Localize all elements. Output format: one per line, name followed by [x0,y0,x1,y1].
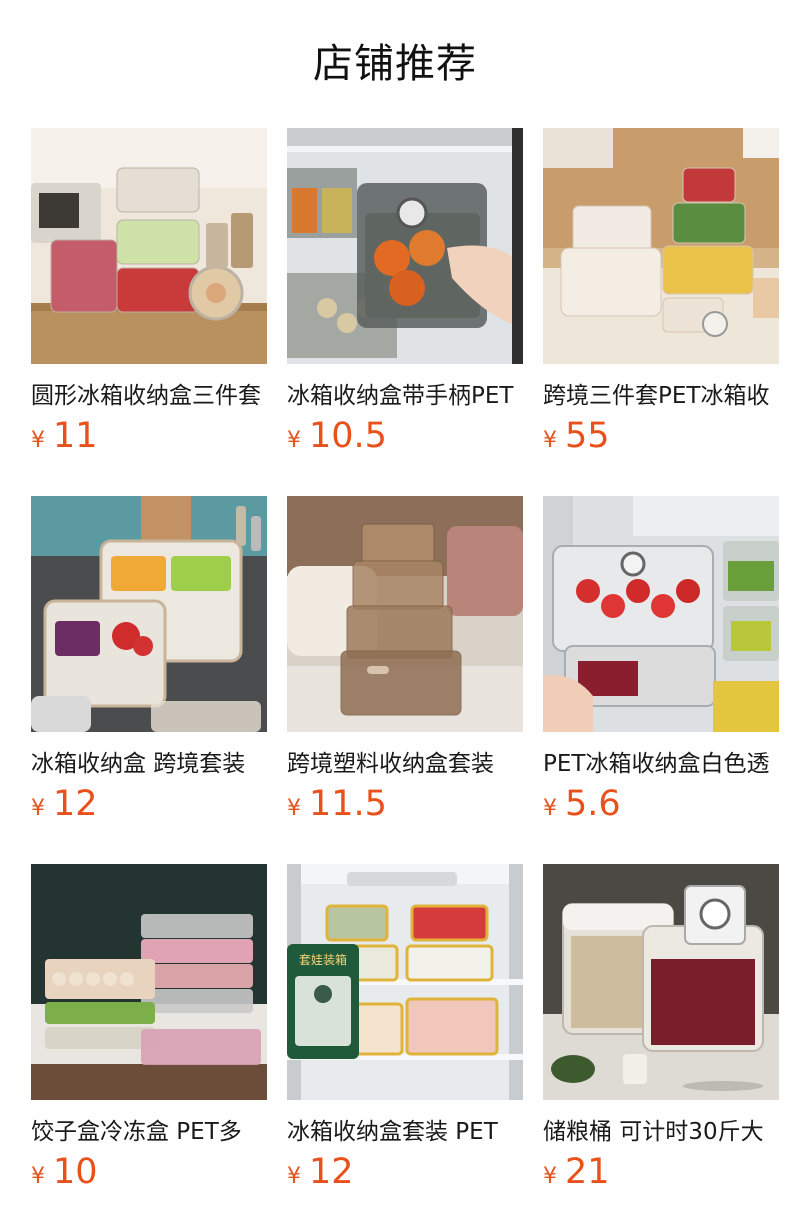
product-image[interactable] [287,496,523,732]
product-image[interactable]: 套娃装箱 [287,864,523,1100]
page-title: 店铺推荐 [313,41,477,87]
product-title[interactable]: 跨境三件套PET冰箱收 [543,380,779,412]
product-card[interactable]: 圆形冰箱收纳盒三件套 ¥11 [31,128,267,468]
price-amount: 11.5 [309,784,387,824]
product-title[interactable]: 储粮桶 可计时30斤大 [543,1116,779,1148]
currency-symbol: ¥ [543,796,557,821]
price-amount: 10 [53,1152,98,1192]
product-price: ¥11.5 [287,782,387,826]
product-card[interactable]: 储粮桶 可计时30斤大 ¥21 [543,864,779,1204]
price-amount: 12 [53,784,98,824]
product-price: ¥55 [543,414,610,458]
price-amount: 55 [565,416,610,456]
product-card[interactable]: 跨境三件套PET冰箱收 ¥55 [543,128,779,468]
product-title[interactable]: 饺子盒冷冻盒 PET多 [31,1116,267,1148]
product-grid: 圆形冰箱收纳盒三件套 ¥11 冰箱收纳盒带手柄PET ¥ 10.5 跨境三件套P… [31,128,790,1232]
product-image[interactable] [31,128,267,364]
product-title[interactable]: 冰箱收纳盒 跨境套装 [31,748,267,780]
price-amount: 5.6 [565,784,621,824]
product-title[interactable]: 圆形冰箱收纳盒三件套 [31,380,267,412]
currency-symbol: ¥ [31,428,45,453]
product-price: ¥5.6 [543,782,621,826]
product-price: ¥10 [31,1150,98,1194]
product-price: ¥10.5 [287,414,387,458]
price-amount: 11 [53,416,98,456]
product-card[interactable]: 套娃装箱 冰箱收纳盒套装 PET ¥12 [287,864,523,1204]
product-title[interactable]: 冰箱收纳盒套装 PET [287,1116,523,1148]
product-image[interactable] [543,496,779,732]
product-price: ¥12 [31,782,98,826]
product-card[interactable]: PET冰箱收纳盒白色透 ¥5.6 [543,496,779,836]
product-image[interactable] [287,128,523,364]
product-title[interactable]: 冰箱收纳盒带手柄PET [287,380,523,412]
product-title[interactable]: 跨境塑料收纳盒套装 [287,748,523,780]
currency-symbol: ¥ [287,428,301,453]
product-image[interactable] [31,496,267,732]
price-amount: 21 [565,1152,610,1192]
currency-symbol: ¥ [287,796,301,821]
currency-symbol: ¥ [287,1164,301,1189]
product-card[interactable]: 饺子盒冷冻盒 PET多 ¥10 [31,864,267,1204]
currency-symbol: ¥ [31,1164,45,1189]
product-price: ¥21 [543,1150,610,1194]
bundle-label: 套娃装箱 [299,952,347,967]
currency-symbol: ¥ [543,1164,557,1189]
product-card[interactable]: 冰箱收纳盒 跨境套装 ¥12 [31,496,267,836]
currency-symbol: ¥ [31,796,45,821]
product-price: ¥12 [287,1150,354,1194]
product-image[interactable] [543,864,779,1100]
product-card[interactable]: 冰箱收纳盒带手柄PET ¥10.5 [287,128,523,468]
product-price: ¥11 [31,414,98,458]
product-image[interactable] [543,128,779,364]
product-title[interactable]: PET冰箱收纳盒白色透 [543,748,779,780]
price-amount: 12 [309,1152,354,1192]
product-card[interactable]: 跨境塑料收纳盒套装 ¥11.5 [287,496,523,836]
price-amount: 10.5 [309,416,387,456]
currency-symbol: ¥ [543,428,557,453]
product-image[interactable] [31,864,267,1100]
